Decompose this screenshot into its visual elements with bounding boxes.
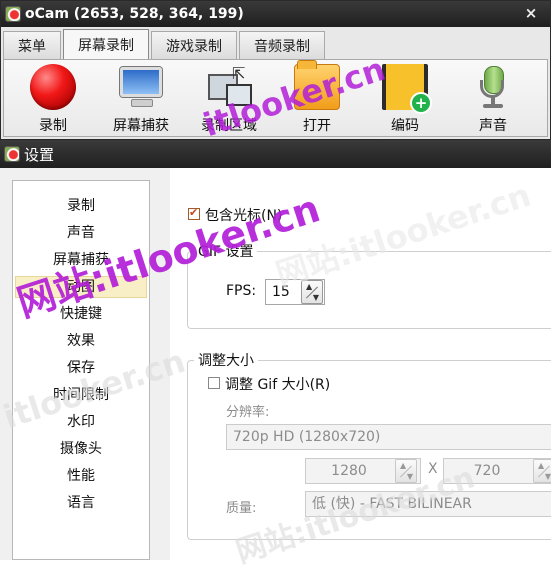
ocam-tabs: 菜单 屏幕录制 游戏录制 音频录制 [3,29,327,60]
record-label: 录制 [39,118,67,134]
gif-settings-panel: 包含光标(N) GIF 设置 FPS: 15 ▲▼ 调整大小 调整 Gif 大小… [170,168,551,560]
fps-label: FPS: [226,283,257,299]
resize-gif-checkbox[interactable] [208,377,220,389]
tab-menu[interactable]: 菜单 [3,31,61,59]
nav-item-time-limit[interactable]: 时间限制 [15,384,147,406]
record-icon [30,64,76,110]
nav-item-effects[interactable]: 效果 [15,330,147,352]
sound-label: 声音 [479,118,507,134]
gif-settings-title: GIF 设置 [194,241,258,261]
times-sign: X [428,461,438,477]
tab-screen-record[interactable]: 屏幕录制 [63,29,149,60]
monitor-icon [118,64,164,110]
nav-item-performance[interactable]: 性能 [15,465,147,487]
settings-app-icon [4,146,20,162]
settings-dialog: 录制 声音 屏幕捕获 动图 快捷键 效果 保存 时间限制 水印 摄像头 性能 语… [0,168,551,560]
ocam-title-bar[interactable]: oCam (2653, 528, 364, 199) × [1,1,550,27]
ocam-window-title: oCam (2653, 528, 364, 199) [25,6,244,22]
settings-title-bar[interactable]: 设置 [0,140,551,168]
ocam-app-icon [5,6,21,22]
nav-item-save[interactable]: 保存 [15,357,147,379]
encode-button[interactable]: + 编码 [362,60,448,136]
folder-icon [294,60,340,110]
height-spinner[interactable]: ▲ ▼ [533,459,551,483]
resize-gif-label[interactable]: 调整 Gif 大小(R) [225,374,330,394]
fps-spinner[interactable]: ▲ ▼ [301,280,323,304]
record-area-button[interactable]: ⇱ 录制区域 [186,60,272,136]
close-icon[interactable]: × [522,4,540,22]
screen-capture-label: 屏幕捕获 [113,118,169,134]
tab-audio-record[interactable]: 音频录制 [239,31,325,59]
nav-item-webcam[interactable]: 摄像头 [15,438,147,460]
microphone-icon [470,64,516,110]
quality-label: 质量: [226,501,257,516]
sound-button[interactable]: 声音 [450,60,536,136]
nav-item-record[interactable]: 录制 [15,195,147,217]
film-plus-icon: + [382,64,432,114]
include-cursor-label[interactable]: 包含光标(N) [205,205,282,225]
open-label: 打开 [303,118,331,134]
ocam-window: oCam (2653, 528, 364, 199) × 菜单 屏幕录制 游戏录… [0,0,551,140]
quality-dropdown[interactable]: 低 (快) - FAST BILINEAR [305,491,551,517]
screen-capture-button[interactable]: 屏幕捕获 [98,60,184,136]
record-button[interactable]: 录制 [10,60,96,136]
width-spinner[interactable]: ▲ ▼ [395,459,417,483]
nav-item-sound[interactable]: 声音 [15,222,147,244]
resolution-dropdown[interactable]: 720p HD (1280x720) [226,424,551,450]
resize-group-title: 调整大小 [194,350,258,370]
tab-game-record[interactable]: 游戏录制 [151,31,237,59]
nav-item-gif[interactable]: 动图 [15,276,147,298]
include-cursor-checkbox[interactable] [188,206,200,220]
resolution-label: 分辨率: [226,405,270,420]
nav-item-language[interactable]: 语言 [15,492,147,514]
record-area-label: 录制区域 [201,118,257,134]
settings-window-title: 设置 [24,145,55,164]
settings-nav: 录制 声音 屏幕捕获 动图 快捷键 效果 保存 时间限制 水印 摄像头 性能 语… [12,180,150,560]
nav-item-watermark[interactable]: 水印 [15,411,147,433]
encode-label: 编码 [391,118,419,134]
open-button[interactable]: 打开 [274,60,360,136]
capture-area-icon: ⇱ [206,64,252,110]
ocam-toolbar: 录制 屏幕捕获 ⇱ 录制区域 打开 + 编码 声音 [3,59,548,137]
nav-item-hotkeys[interactable]: 快捷键 [15,303,147,325]
nav-item-screen-capture[interactable]: 屏幕捕获 [15,249,147,271]
